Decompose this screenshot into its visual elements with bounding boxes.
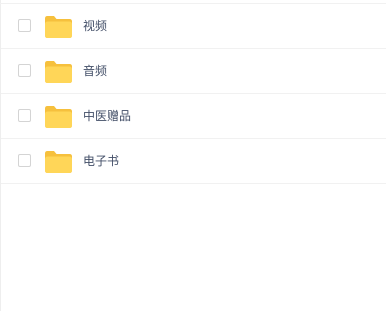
file-row[interactable]: 视频	[1, 4, 386, 49]
folder-icon	[45, 61, 72, 83]
select-checkbox[interactable]	[18, 154, 31, 167]
file-name[interactable]: 电子书	[83, 152, 119, 170]
file-name[interactable]: 中医赠品	[83, 107, 131, 125]
file-name[interactable]: 视频	[83, 17, 107, 35]
file-row[interactable]: 音频	[1, 49, 386, 94]
select-checkbox[interactable]	[18, 19, 31, 32]
file-list: 视频 音频 中医赠品 电子书	[1, 4, 386, 184]
file-name[interactable]: 音频	[83, 62, 107, 80]
select-checkbox[interactable]	[18, 64, 31, 77]
file-row[interactable]: 电子书	[1, 139, 386, 184]
folder-icon	[45, 16, 72, 38]
select-checkbox[interactable]	[18, 109, 31, 122]
folder-icon	[45, 151, 72, 173]
folder-icon	[45, 106, 72, 128]
file-row[interactable]: 中医赠品	[1, 94, 386, 139]
